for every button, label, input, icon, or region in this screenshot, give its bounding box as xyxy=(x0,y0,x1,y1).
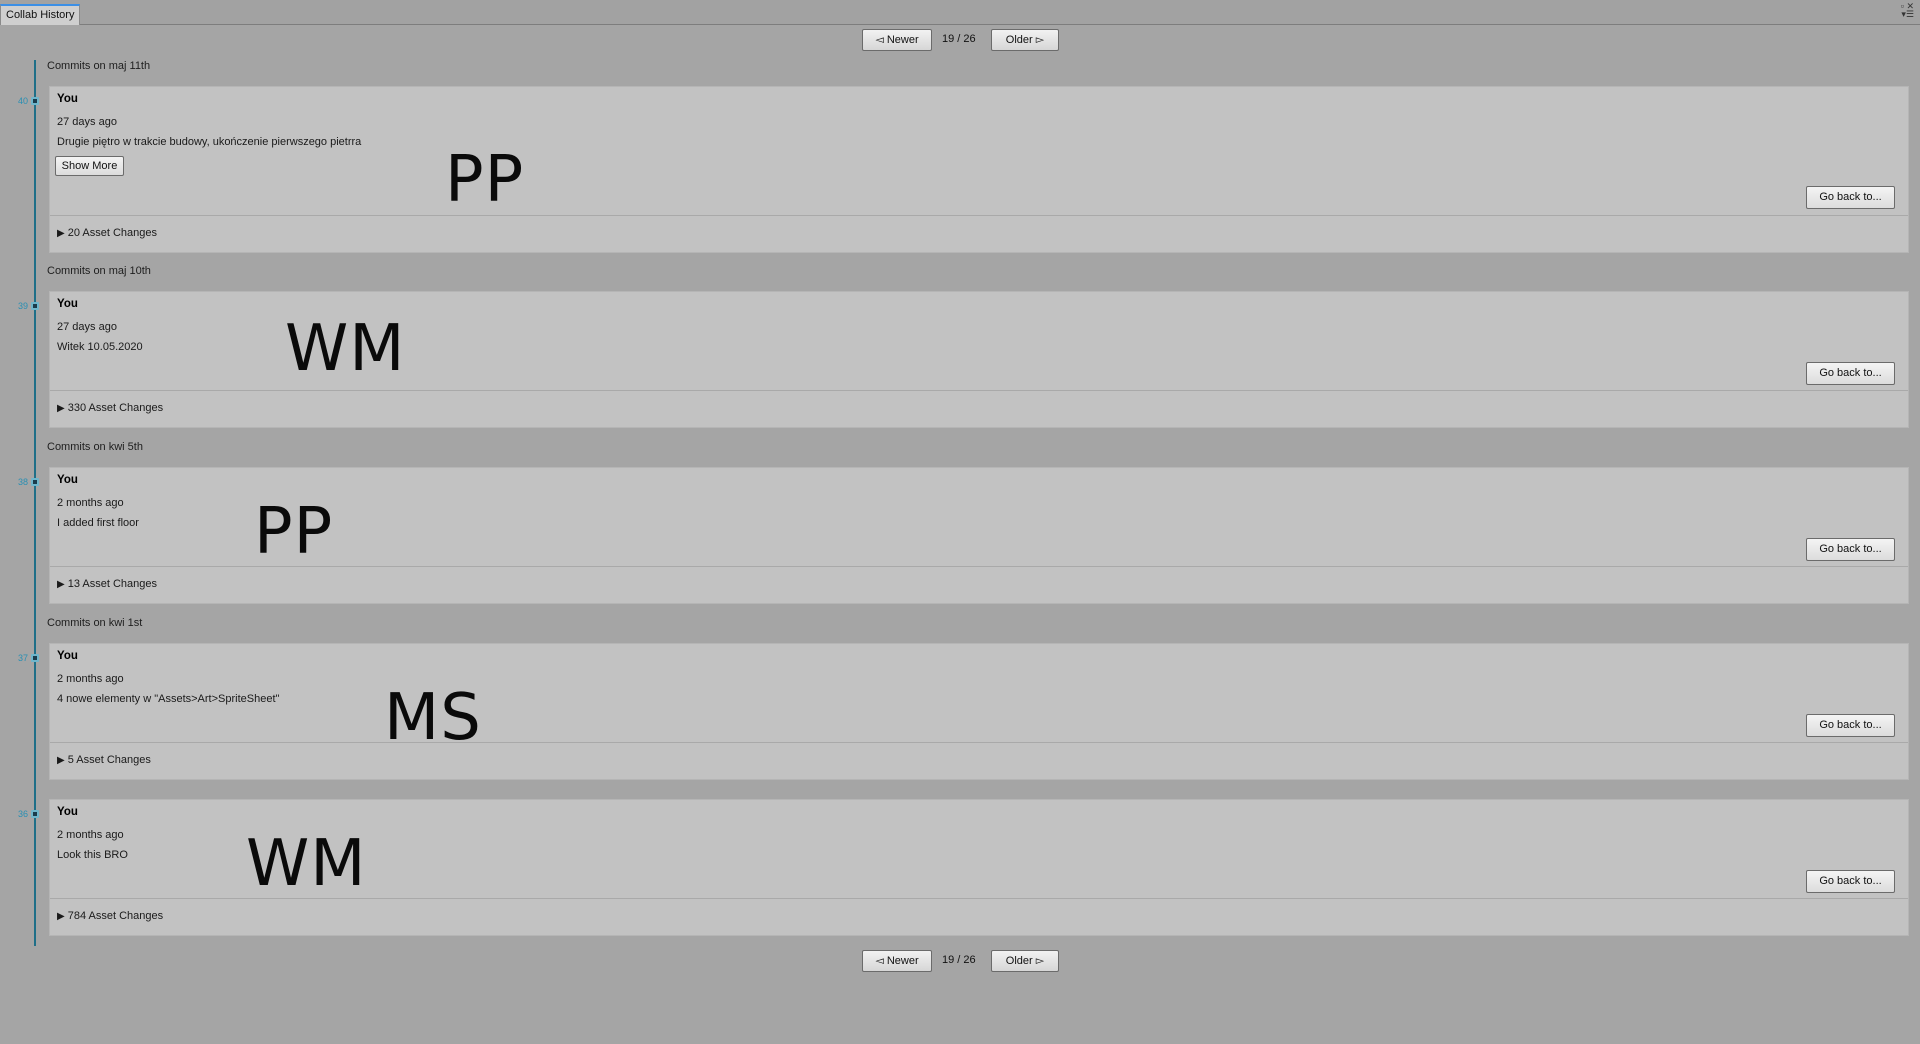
commit-message: Look this BRO xyxy=(57,849,128,861)
tab-collab-history[interactable]: Collab History xyxy=(0,4,81,25)
commit-card: You 27 days ago Witek 10.05.2020 WM Go b… xyxy=(49,291,1909,428)
date-header: Commits on kwi 5th xyxy=(47,441,143,453)
commit-time: 2 months ago xyxy=(57,673,124,685)
asset-changes-label: 20 Asset Changes xyxy=(67,227,157,239)
revision-number: 38 xyxy=(17,477,28,487)
commit-author: You xyxy=(57,93,78,105)
commit-card: You 27 days ago Drugie piętro w trakcie … xyxy=(49,86,1909,253)
commit-author: You xyxy=(57,806,78,818)
asset-changes-toggle[interactable]: ▶ 20 Asset Changes xyxy=(57,227,157,239)
expand-triangle-icon: ▶ xyxy=(57,579,65,590)
expand-triangle-icon: ▶ xyxy=(57,911,65,922)
timeline-node xyxy=(31,97,39,105)
commit-card: You 2 months ago I added first floor PP … xyxy=(49,467,1909,604)
revision-number: 36 xyxy=(17,809,28,819)
tab-bar: Collab History ▫ ✕ ▾☰ xyxy=(0,0,1920,25)
revision-number: 40 xyxy=(17,96,28,106)
asset-changes-label: 13 Asset Changes xyxy=(67,578,157,590)
commit-card: You 2 months ago Look this BRO WM Go bac… xyxy=(49,799,1909,936)
commit-initials: WM xyxy=(246,827,367,901)
commit-time: 27 days ago xyxy=(57,116,117,128)
page-counter: 19 / 26 xyxy=(942,33,976,45)
commit-time: 2 months ago xyxy=(57,497,124,509)
commit-message: 4 nowe elementy w "Assets>Art>SpriteShee… xyxy=(57,693,280,705)
card-divider xyxy=(50,566,1908,567)
card-divider xyxy=(50,742,1908,743)
go-back-button[interactable]: Go back to... xyxy=(1806,362,1895,385)
pager-top: ◅ Newer 19 / 26 Older ▻ xyxy=(0,29,1920,53)
revision-number: 39 xyxy=(17,301,28,311)
asset-changes-label: 5 Asset Changes xyxy=(67,754,151,766)
timeline-node xyxy=(31,654,39,662)
older-button[interactable]: Older ▻ xyxy=(991,950,1059,972)
date-header: Commits on maj 10th xyxy=(47,265,151,277)
commit-initials: MS xyxy=(384,681,482,755)
newer-button[interactable]: ◅ Newer xyxy=(862,29,932,51)
page-counter: 19 / 26 xyxy=(942,954,976,966)
date-header: Commits on maj 11th xyxy=(47,60,151,72)
go-back-button[interactable]: Go back to... xyxy=(1806,714,1895,737)
commit-card: You 2 months ago 4 nowe elementy w "Asse… xyxy=(49,643,1909,780)
asset-changes-label: 330 Asset Changes xyxy=(67,402,164,414)
go-back-button[interactable]: Go back to... xyxy=(1806,538,1895,561)
card-divider xyxy=(50,390,1908,391)
commit-initials: PP xyxy=(445,143,525,217)
timeline-node xyxy=(31,478,39,486)
go-back-button[interactable]: Go back to... xyxy=(1806,870,1895,893)
pager-bottom: ◅ Newer 19 / 26 Older ▻ xyxy=(0,950,1920,974)
commit-author: You xyxy=(57,474,78,486)
card-divider xyxy=(50,898,1908,899)
card-divider xyxy=(50,215,1908,216)
window-controls: ▫ ✕ ▾☰ xyxy=(1901,2,1914,19)
expand-triangle-icon: ▶ xyxy=(57,403,65,414)
commit-time: 2 months ago xyxy=(57,829,124,841)
date-header: Commits on kwi 1st xyxy=(47,617,143,629)
timeline-node xyxy=(31,302,39,310)
show-more-button[interactable]: Show More xyxy=(55,156,124,176)
asset-changes-toggle[interactable]: ▶ 784 Asset Changes xyxy=(57,910,163,922)
commit-author: You xyxy=(57,650,78,662)
commit-initials: PP xyxy=(254,495,334,569)
tab-menu-icon[interactable]: ▾☰ xyxy=(1901,9,1914,19)
commit-initials: WM xyxy=(285,312,406,386)
newer-button[interactable]: ◅ Newer xyxy=(862,950,932,972)
asset-changes-toggle[interactable]: ▶ 5 Asset Changes xyxy=(57,754,151,766)
commit-time: 27 days ago xyxy=(57,321,117,333)
timeline-node xyxy=(31,810,39,818)
expand-triangle-icon: ▶ xyxy=(57,755,65,766)
asset-changes-toggle[interactable]: ▶ 330 Asset Changes xyxy=(57,402,163,414)
commit-message: I added first floor xyxy=(57,517,139,529)
revision-number: 37 xyxy=(17,653,28,663)
go-back-button[interactable]: Go back to... xyxy=(1806,186,1895,209)
commit-message: Witek 10.05.2020 xyxy=(57,341,143,353)
asset-changes-toggle[interactable]: ▶ 13 Asset Changes xyxy=(57,578,157,590)
commit-message: Drugie piętro w trakcie budowy, ukończen… xyxy=(57,136,362,148)
asset-changes-label: 784 Asset Changes xyxy=(67,910,164,922)
expand-triangle-icon: ▶ xyxy=(57,228,65,239)
commit-author: You xyxy=(57,298,78,310)
older-button[interactable]: Older ▻ xyxy=(991,29,1059,51)
